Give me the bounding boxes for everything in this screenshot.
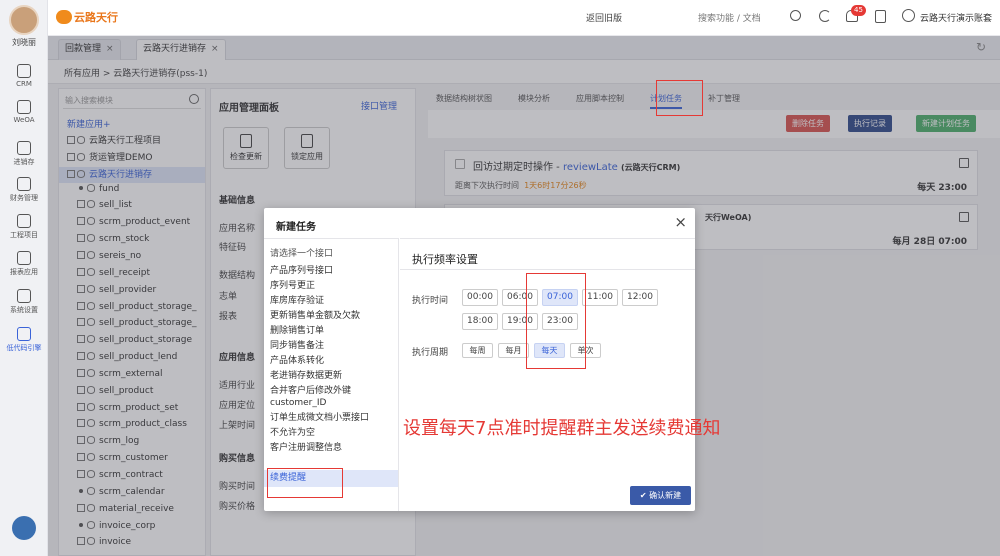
time-option[interactable]: 11:00 xyxy=(582,289,618,306)
interface-item[interactable]: 客户注册调整信息 xyxy=(270,443,396,454)
document-icon[interactable] xyxy=(875,10,886,23)
interface-item[interactable]: 合并客户后修改外键 xyxy=(270,386,396,397)
finance-icon xyxy=(17,177,31,191)
interface-item[interactable]: 更新销售单金额及欠款 xyxy=(270,311,396,322)
interface-item[interactable]: 订单生成微文档小票接口 xyxy=(270,413,396,424)
logo-text: 云路天行 xyxy=(74,11,118,24)
confirm-create-button[interactable]: ✔ 确认新建 xyxy=(630,486,691,505)
interface-item-selected[interactable]: 续费提醒 xyxy=(264,470,398,487)
moon-icon[interactable] xyxy=(819,10,831,22)
crm-icon xyxy=(17,64,31,78)
rail-item-weoa[interactable]: WeOA xyxy=(0,100,48,124)
interface-select-placeholder[interactable]: 请选择一个接口 xyxy=(270,246,333,259)
divider xyxy=(400,269,695,270)
search-icon[interactable] xyxy=(790,10,801,21)
interface-list: 请选择一个接口 产品序列号接口 序列号更正库房库存验证 更新销售单金额及欠款 删除销售… xyxy=(264,238,399,511)
period-label: 执行周期 xyxy=(412,348,449,358)
rail-item-inventory[interactable]: 进销存 xyxy=(0,141,48,167)
time-label: 执行时间 xyxy=(412,296,449,306)
frequency-title: 执行频率设置 xyxy=(412,253,478,266)
time-option[interactable]: 12:00 xyxy=(622,289,658,306)
period-option[interactable]: 每周 xyxy=(462,343,493,358)
period-option[interactable]: 单次 xyxy=(570,343,601,358)
brand-logo-icon[interactable] xyxy=(12,516,36,540)
top-bar: 云路天行 返回旧版 搜索功能 / 文档 45 云路天行演示账套 xyxy=(48,0,1000,36)
rail-item-finance[interactable]: 财务管理 xyxy=(0,177,48,203)
user-name: 刘晓丽 xyxy=(12,38,36,47)
new-task-dialog: 新建任务 × 请选择一个接口 产品序列号接口 序列号更正库房库存验证 更新销售单金额… xyxy=(264,208,695,511)
close-icon[interactable]: × xyxy=(674,213,687,231)
rail-item-settings[interactable]: 系统设置 xyxy=(0,289,48,315)
interface-item[interactable]: 序列号更正 xyxy=(270,281,396,292)
avatar[interactable] xyxy=(9,5,39,35)
logo-icon xyxy=(56,10,72,24)
grid-icon xyxy=(17,214,31,228)
account-name[interactable]: 云路天行演示账套 xyxy=(920,11,992,24)
rail-item-project[interactable]: 工程项目 xyxy=(0,214,48,240)
interface-item[interactable]: 产品序列号接口 xyxy=(270,266,396,277)
interface-item[interactable]: customer_ID xyxy=(270,398,396,409)
interface-item[interactable]: 同步销售备注 xyxy=(270,341,396,352)
interface-item[interactable]: 库房库存验证 xyxy=(270,296,396,307)
time-option[interactable]: 23:00 xyxy=(542,313,578,330)
interface-item[interactable]: 老进销存数据更新 xyxy=(270,371,396,382)
time-option[interactable]: 00:00 xyxy=(462,289,498,306)
back-to-old-version-link[interactable]: 返回旧版 xyxy=(586,11,622,24)
global-search-input[interactable]: 搜索功能 / 文档 xyxy=(698,11,761,24)
gear-icon xyxy=(17,289,31,303)
code-icon xyxy=(17,327,31,341)
period-option-selected[interactable]: 每天 xyxy=(534,343,565,358)
notification-badge: 45 xyxy=(851,5,866,16)
annotation-text: 设置每天7点准时提醒群主发送续费通知 xyxy=(403,418,721,439)
time-option[interactable]: 18:00 xyxy=(462,313,498,330)
left-rail: 刘晓丽 CRM WeOA 进销存 财务管理 工程项目 报表应用 系统设置 低代码… xyxy=(0,0,48,556)
rail-item-lowcode[interactable]: 低代码引擎 xyxy=(0,327,48,353)
weoa-icon xyxy=(17,100,31,114)
rail-item-crm[interactable]: CRM xyxy=(0,64,48,88)
time-option[interactable]: 06:00 xyxy=(502,289,538,306)
time-option[interactable]: 19:00 xyxy=(502,313,538,330)
truck-icon xyxy=(17,141,31,155)
time-option-selected[interactable]: 07:00 xyxy=(542,289,578,306)
period-option[interactable]: 每月 xyxy=(498,343,529,358)
dialog-title: 新建任务 xyxy=(276,222,316,233)
frequency-settings: 执行频率设置 执行时间 00:00 06:00 07:00 11:00 12:0… xyxy=(400,238,695,511)
interface-item[interactable]: 不允许为空 xyxy=(270,428,396,439)
rail-item-report[interactable]: 报表应用 xyxy=(0,251,48,277)
interface-item[interactable]: 产品体系转化 xyxy=(270,356,396,367)
interface-item[interactable]: 删除销售订单 xyxy=(270,326,396,337)
user-icon[interactable] xyxy=(902,9,915,22)
cube-icon xyxy=(17,251,31,265)
